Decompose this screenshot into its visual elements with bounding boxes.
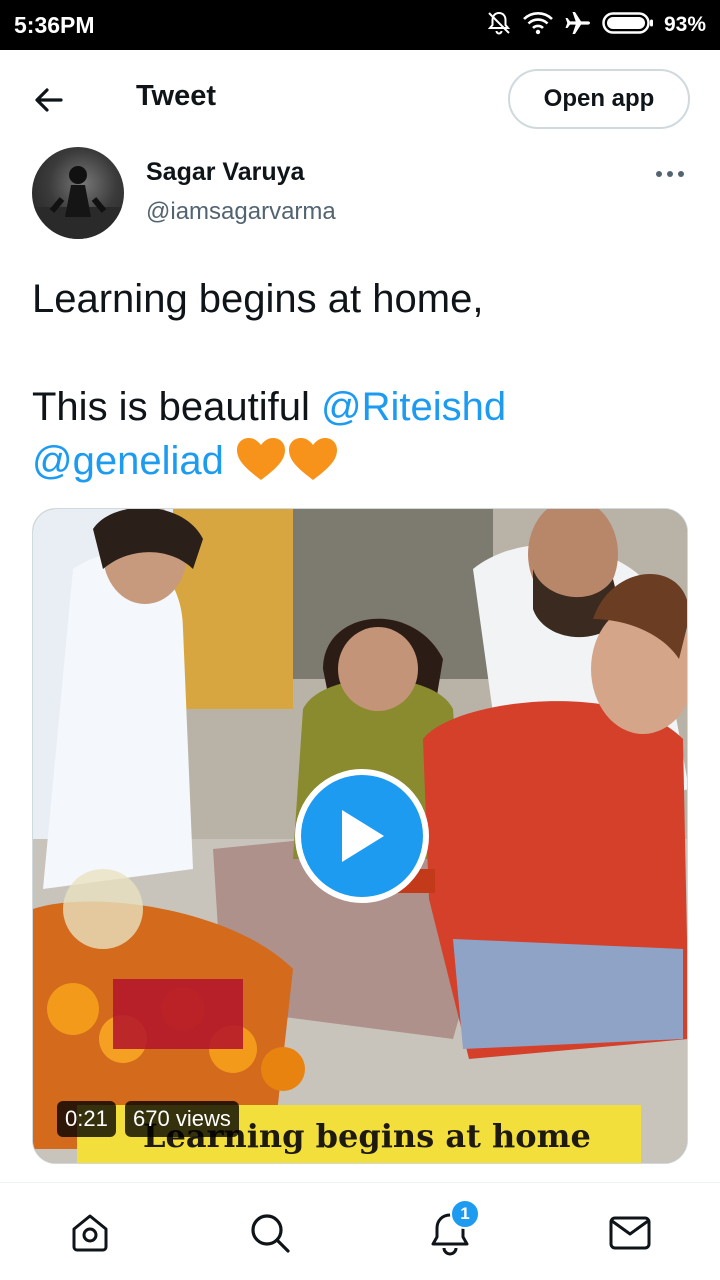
video-views: 670 views bbox=[125, 1101, 239, 1137]
more-dot bbox=[667, 171, 673, 177]
more-options-button[interactable] bbox=[648, 160, 692, 188]
play-icon bbox=[342, 810, 384, 862]
author-handle[interactable]: @iamsagarvarma bbox=[146, 198, 336, 226]
tweet-line-1: Learning begins at home, bbox=[32, 277, 484, 321]
wifi-icon bbox=[522, 10, 554, 41]
top-header: Tweet Open app bbox=[0, 50, 720, 146]
tweet-line-2: This is beautiful @Riteishd bbox=[32, 380, 692, 434]
search-icon bbox=[251, 1214, 290, 1253]
mention-link-riteishd[interactable]: @Riteishd bbox=[321, 385, 506, 429]
tweet-text-fragment: This is beautiful bbox=[32, 385, 322, 429]
more-dot bbox=[678, 171, 684, 177]
mute-icon bbox=[486, 10, 512, 41]
avatar[interactable] bbox=[32, 147, 124, 239]
video-player[interactable]: Learning begins at home 0:21 670 views bbox=[32, 508, 688, 1164]
tweet-line-3: @geneliad bbox=[32, 434, 692, 488]
messages-icon bbox=[609, 1216, 651, 1250]
back-button[interactable] bbox=[28, 80, 70, 120]
home-icon bbox=[72, 1214, 108, 1252]
nav-home[interactable] bbox=[66, 1209, 114, 1257]
open-app-button[interactable]: Open app bbox=[508, 69, 690, 129]
back-arrow-icon bbox=[35, 88, 63, 112]
video-duration: 0:21 bbox=[57, 1101, 116, 1137]
orange-heart-icon bbox=[288, 438, 337, 480]
tweet-text: Learning begins at home, This is beautif… bbox=[32, 272, 692, 488]
airplane-icon bbox=[564, 10, 592, 41]
notification-badge: 1 bbox=[450, 1199, 480, 1229]
more-dot bbox=[656, 171, 662, 177]
status-time: 5:36PM bbox=[14, 12, 95, 38]
battery-icon bbox=[602, 11, 654, 40]
nav-notifications[interactable]: 1 bbox=[426, 1199, 480, 1257]
nav-search[interactable] bbox=[246, 1209, 294, 1257]
play-button[interactable] bbox=[295, 769, 429, 903]
author-name[interactable]: Sagar Varuya bbox=[146, 158, 304, 187]
page-title: Tweet bbox=[136, 80, 217, 112]
status-bar: 5:36PM 93% bbox=[0, 0, 720, 50]
nav-messages[interactable] bbox=[606, 1209, 654, 1257]
mention-link-geneliad[interactable]: @geneliad bbox=[32, 439, 224, 483]
status-icons: 93% bbox=[486, 10, 706, 40]
battery-percent: 93% bbox=[663, 13, 706, 36]
orange-heart-icon bbox=[236, 438, 285, 480]
bottom-navigation: 1 bbox=[0, 1182, 720, 1280]
